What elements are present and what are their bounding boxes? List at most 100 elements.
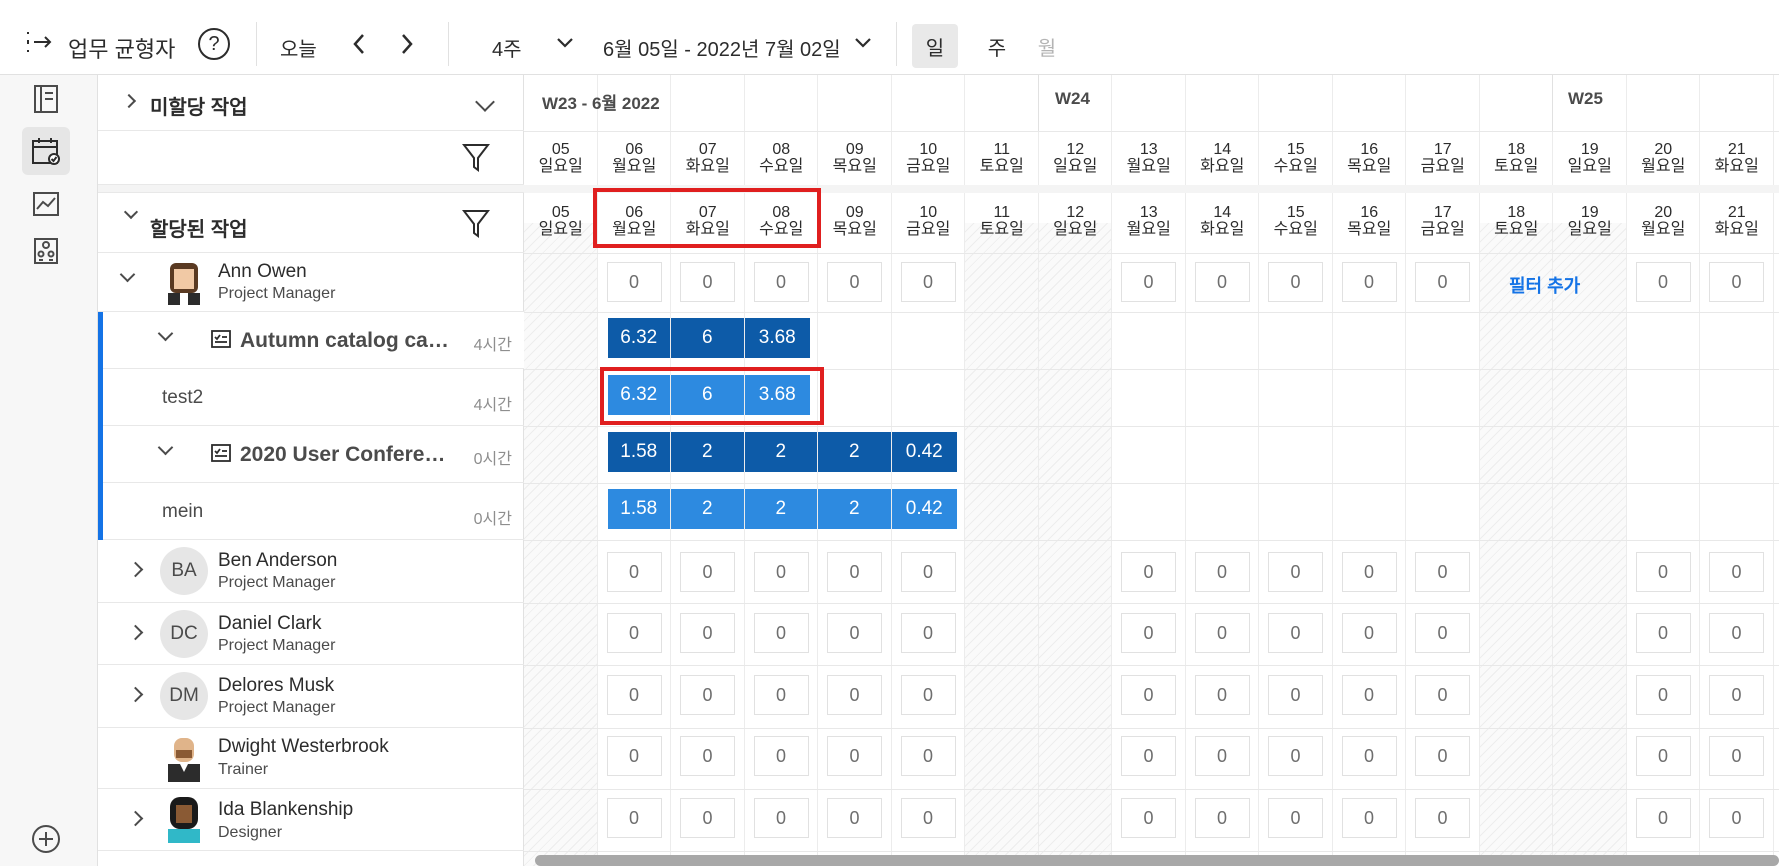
person-row[interactable]: DC Daniel Clark Project Manager bbox=[98, 603, 524, 665]
hours-cell[interactable]: 0 bbox=[900, 552, 956, 592]
hours-cell[interactable]: 0 bbox=[1415, 798, 1470, 838]
allocation-cell[interactable]: 2 bbox=[744, 489, 817, 529]
hours-cell[interactable]: 0 bbox=[827, 552, 882, 592]
hours-cell[interactable]: 0 bbox=[827, 613, 882, 653]
project-row[interactable]: 2020 User Confere… 0시간 bbox=[98, 426, 524, 483]
person-row[interactable]: Ida Blankenship Designer bbox=[98, 789, 524, 851]
hours-cell[interactable]: 0 bbox=[1341, 613, 1397, 653]
hours-cell[interactable]: 0 bbox=[606, 613, 662, 653]
hours-cell[interactable]: 0 bbox=[1341, 675, 1397, 715]
hours-cell[interactable]: 0 bbox=[1121, 552, 1176, 592]
hours-cell[interactable]: 0 bbox=[827, 798, 882, 838]
hours-cell[interactable]: 0 bbox=[900, 262, 956, 302]
chevron-down-icon[interactable] bbox=[119, 266, 136, 283]
weeks-chevron-down-icon[interactable] bbox=[556, 37, 574, 49]
filter-icon[interactable] bbox=[461, 143, 491, 178]
person-row[interactable]: DM Delores Musk Project Manager bbox=[98, 665, 524, 728]
task-row[interactable]: mein 0시간 bbox=[98, 483, 524, 540]
hours-cell[interactable]: 0 bbox=[1194, 613, 1250, 653]
hours-cell[interactable]: 0 bbox=[1709, 262, 1764, 302]
person-row[interactable]: Ann Owen Project Manager bbox=[98, 253, 524, 312]
hours-cell[interactable]: 0 bbox=[753, 552, 809, 592]
hours-cell[interactable]: 0 bbox=[1635, 736, 1691, 776]
hours-cell[interactable]: 0 bbox=[1194, 552, 1250, 592]
hours-cell[interactable]: 0 bbox=[606, 736, 662, 776]
hours-cell[interactable]: 0 bbox=[1635, 262, 1691, 302]
hours-cell[interactable]: 0 bbox=[900, 736, 956, 776]
allocation-cell[interactable]: 3.68 bbox=[744, 318, 810, 358]
assigned-filter-icon[interactable] bbox=[461, 209, 491, 244]
hours-cell[interactable]: 0 bbox=[1635, 798, 1691, 838]
hours-cell[interactable]: 0 bbox=[1268, 262, 1323, 302]
hours-cell[interactable]: 0 bbox=[1635, 552, 1691, 592]
chevron-right-icon[interactable] bbox=[121, 93, 137, 109]
add-icon[interactable] bbox=[22, 815, 70, 863]
hours-cell[interactable]: 0 bbox=[1341, 552, 1397, 592]
next-icon[interactable] bbox=[400, 33, 414, 55]
hours-cell[interactable]: 0 bbox=[1709, 613, 1764, 653]
hours-cell[interactable]: 0 bbox=[1268, 736, 1323, 776]
hours-cell[interactable]: 0 bbox=[827, 736, 882, 776]
chevron-down-icon[interactable] bbox=[123, 204, 139, 220]
hours-cell[interactable]: 0 bbox=[1341, 262, 1397, 302]
collapse-panel-icon[interactable] bbox=[26, 28, 52, 56]
allocation-cell[interactable]: 2 bbox=[818, 489, 891, 529]
hours-cell[interactable]: 0 bbox=[1415, 736, 1470, 776]
allocation-cell[interactable]: 2 bbox=[818, 432, 891, 472]
hours-cell[interactable]: 0 bbox=[1121, 798, 1176, 838]
hours-cell[interactable]: 0 bbox=[753, 736, 809, 776]
hours-cell[interactable]: 0 bbox=[1268, 613, 1323, 653]
workload-calendar-icon[interactable] bbox=[22, 127, 70, 175]
allocation-cell[interactable]: 1.58 bbox=[607, 489, 670, 529]
hours-cell[interactable]: 0 bbox=[1415, 262, 1470, 302]
allocation-cell[interactable]: 1.58 bbox=[607, 432, 670, 472]
hours-cell[interactable]: 0 bbox=[1635, 613, 1691, 653]
project-row[interactable]: Autumn catalog ca… 4시간 bbox=[98, 312, 524, 369]
hours-cell[interactable]: 0 bbox=[680, 675, 735, 715]
hours-cell[interactable]: 0 bbox=[1194, 736, 1250, 776]
hours-cell[interactable]: 0 bbox=[606, 262, 662, 302]
assigned-section-header[interactable]: 할당된 작업 bbox=[98, 193, 524, 253]
hours-cell[interactable]: 0 bbox=[1268, 675, 1323, 715]
weeks-select[interactable]: 4주 bbox=[492, 33, 522, 62]
hours-cell[interactable]: 0 bbox=[1709, 798, 1764, 838]
chevron-right-icon[interactable] bbox=[127, 561, 144, 578]
hours-cell[interactable]: 0 bbox=[1121, 262, 1176, 302]
hours-cell[interactable]: 0 bbox=[900, 675, 956, 715]
hours-cell[interactable]: 0 bbox=[753, 675, 809, 715]
chevron-right-icon[interactable] bbox=[127, 686, 144, 703]
hours-cell[interactable]: 0 bbox=[680, 613, 735, 653]
view-day-button[interactable]: 일 bbox=[912, 24, 958, 68]
allocation-cell[interactable]: 0.42 bbox=[891, 432, 957, 472]
date-range-chevron-down-icon[interactable] bbox=[854, 37, 872, 49]
hours-cell[interactable]: 0 bbox=[753, 262, 809, 302]
hours-cell[interactable]: 0 bbox=[1121, 613, 1176, 653]
list-view-icon[interactable] bbox=[22, 75, 70, 123]
hours-cell[interactable]: 0 bbox=[1415, 613, 1470, 653]
hours-cell[interactable]: 0 bbox=[1415, 552, 1470, 592]
hours-cell[interactable]: 0 bbox=[1194, 798, 1250, 838]
hours-cell[interactable]: 0 bbox=[900, 613, 956, 653]
hours-cell[interactable]: 0 bbox=[753, 613, 809, 653]
hours-cell[interactable]: 0 bbox=[827, 675, 882, 715]
horizontal-scrollbar[interactable] bbox=[535, 855, 1779, 866]
hours-cell[interactable]: 0 bbox=[606, 675, 662, 715]
hours-cell[interactable]: 0 bbox=[1341, 736, 1397, 776]
person-row[interactable]: BA Ben Anderson Project Manager bbox=[98, 540, 524, 603]
add-filter-link[interactable]: 필터 추가 bbox=[1509, 272, 1580, 298]
today-button[interactable]: 오늘 bbox=[280, 33, 317, 62]
hours-cell[interactable]: 0 bbox=[606, 798, 662, 838]
unassigned-collapse-chevron-icon[interactable] bbox=[475, 92, 495, 112]
hours-cell[interactable]: 0 bbox=[1709, 736, 1764, 776]
person-row[interactable]: Dwight Westerbrook Trainer bbox=[98, 728, 524, 789]
hours-cell[interactable]: 0 bbox=[1415, 675, 1470, 715]
chevron-down-icon[interactable] bbox=[157, 325, 174, 342]
unassigned-section-header[interactable]: 미할당 작업 bbox=[98, 75, 524, 131]
hours-cell[interactable]: 0 bbox=[900, 798, 956, 838]
hours-cell[interactable]: 0 bbox=[1709, 675, 1764, 715]
hours-cell[interactable]: 0 bbox=[680, 262, 735, 302]
hours-cell[interactable]: 0 bbox=[1194, 675, 1250, 715]
hours-cell[interactable]: 0 bbox=[1635, 675, 1691, 715]
hours-cell[interactable]: 0 bbox=[680, 798, 735, 838]
view-week-button[interactable]: 주 bbox=[974, 24, 1020, 68]
